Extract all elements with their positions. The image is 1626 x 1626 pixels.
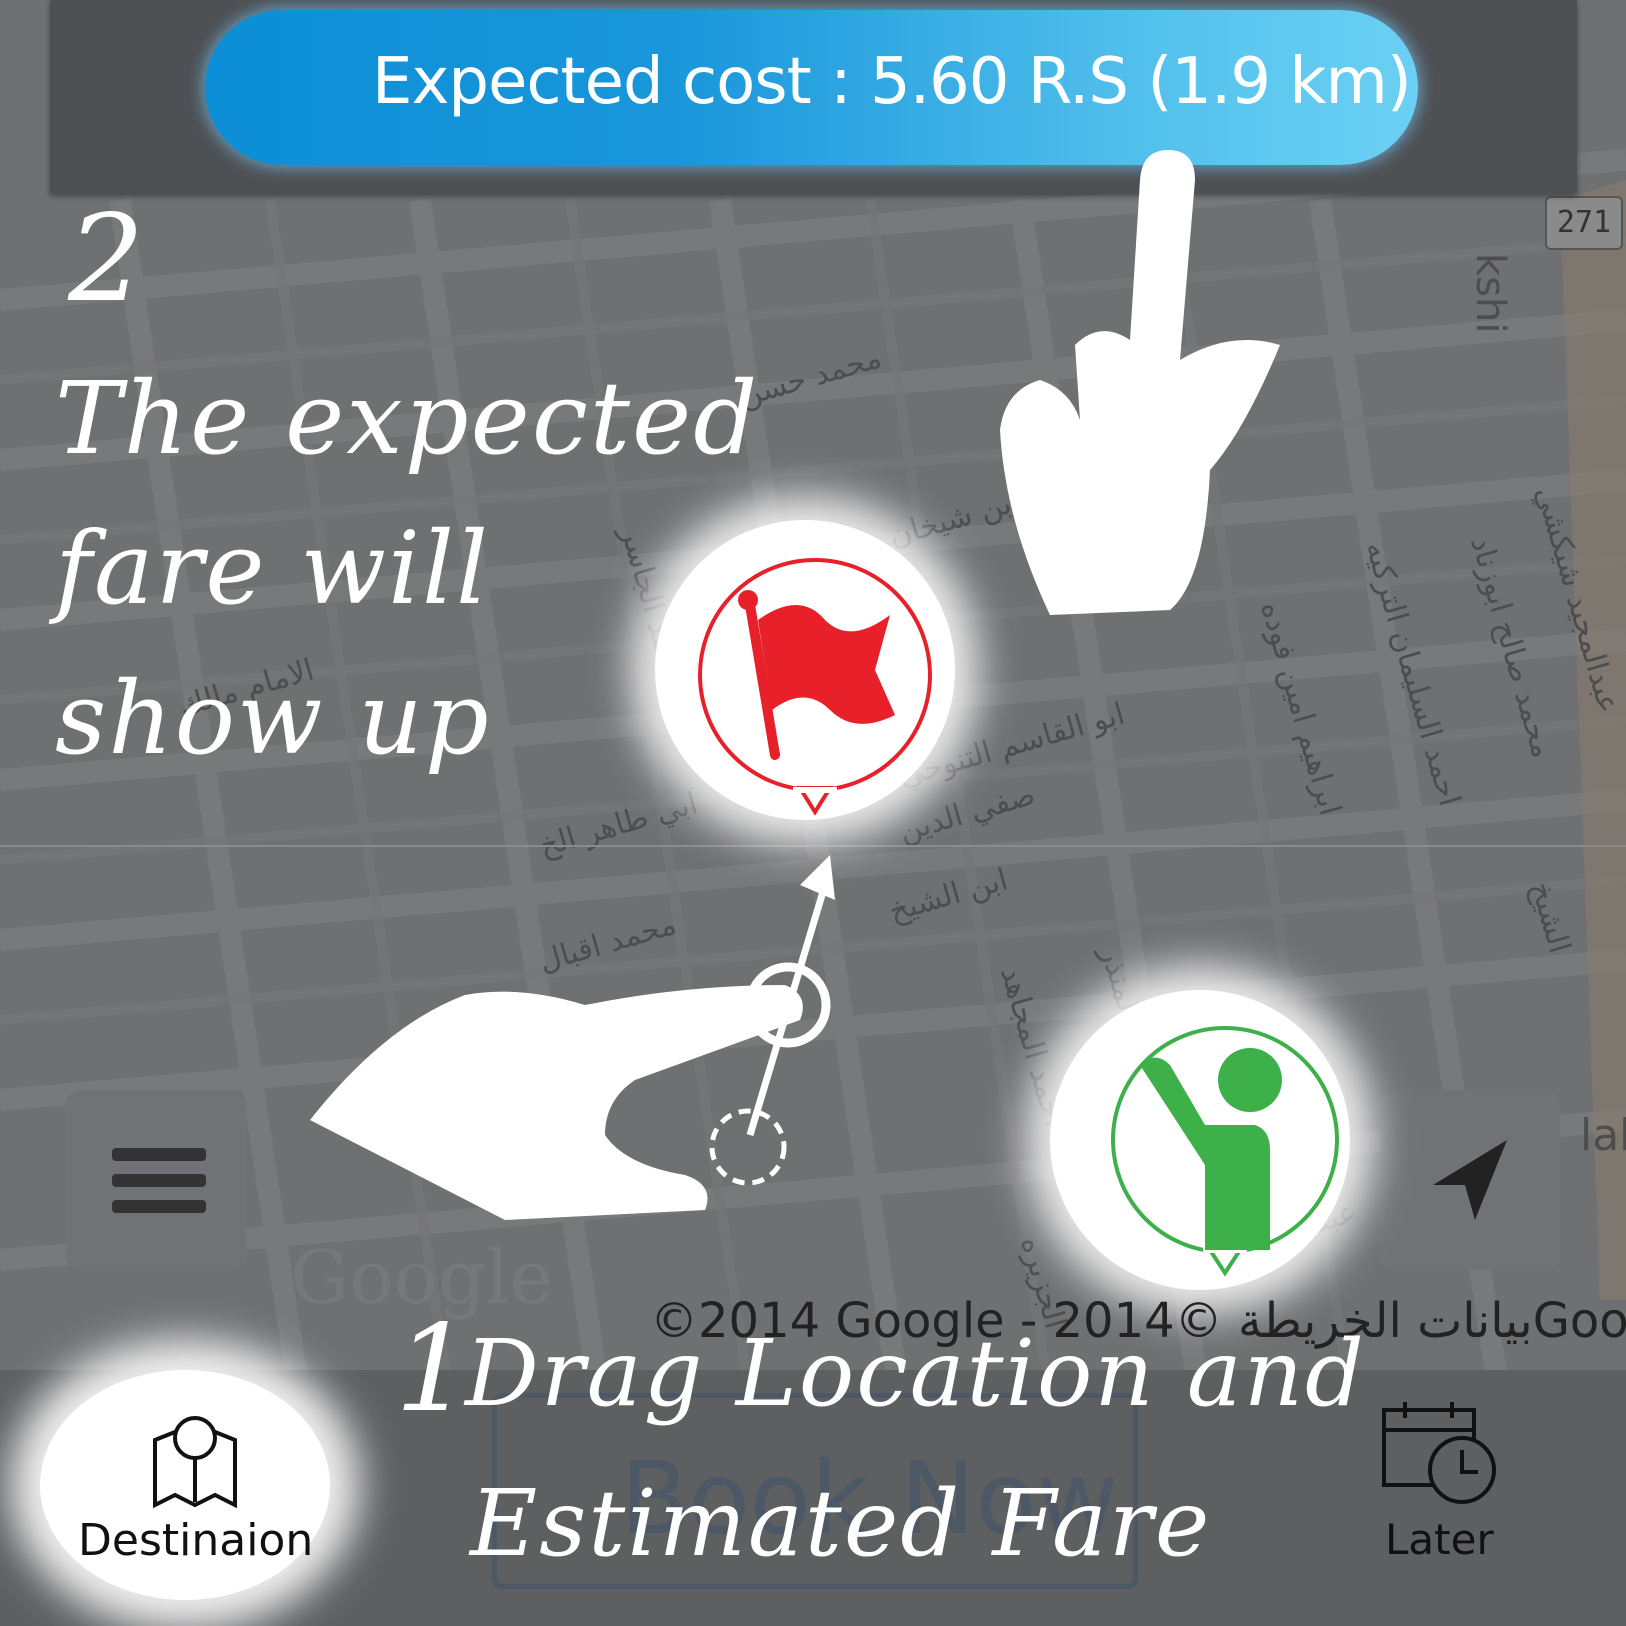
pickup-location-marker[interactable] xyxy=(1100,1025,1350,1300)
step2-text-line3: show up xyxy=(55,660,491,777)
step1-number: 1 xyxy=(395,1300,474,1439)
street-label: lah xyxy=(1580,1110,1626,1161)
dragging-hand-icon xyxy=(310,985,803,1220)
step1-text-line2: Estimated Fare xyxy=(470,1470,1212,1577)
street-label: kshi xyxy=(1467,253,1513,334)
pointing-hand-icon xyxy=(1000,150,1280,615)
step1-text-line1: Drag Location and xyxy=(465,1320,1366,1427)
menu-button[interactable] xyxy=(66,1090,246,1270)
destination-flag-marker[interactable] xyxy=(690,550,940,820)
later-label: Later xyxy=(1385,1515,1494,1564)
step2-text-line1: The expected xyxy=(55,360,760,477)
step2-number: 2 xyxy=(68,190,147,329)
destination-label: Destinaion xyxy=(78,1515,314,1566)
calendar-clock-icon xyxy=(1382,1402,1496,1504)
expected-cost-label: Expected cost : 5.60 R.S (1.9 km) xyxy=(372,45,1412,119)
route-number-badge: 271 xyxy=(1545,196,1623,250)
navigation-arrow-icon xyxy=(1433,1140,1507,1220)
map-divider xyxy=(0,845,1626,847)
my-location-button[interactable] xyxy=(1380,1090,1560,1270)
map-pin-icon xyxy=(153,1416,237,1509)
step2-text-line2: fare will xyxy=(55,510,490,627)
